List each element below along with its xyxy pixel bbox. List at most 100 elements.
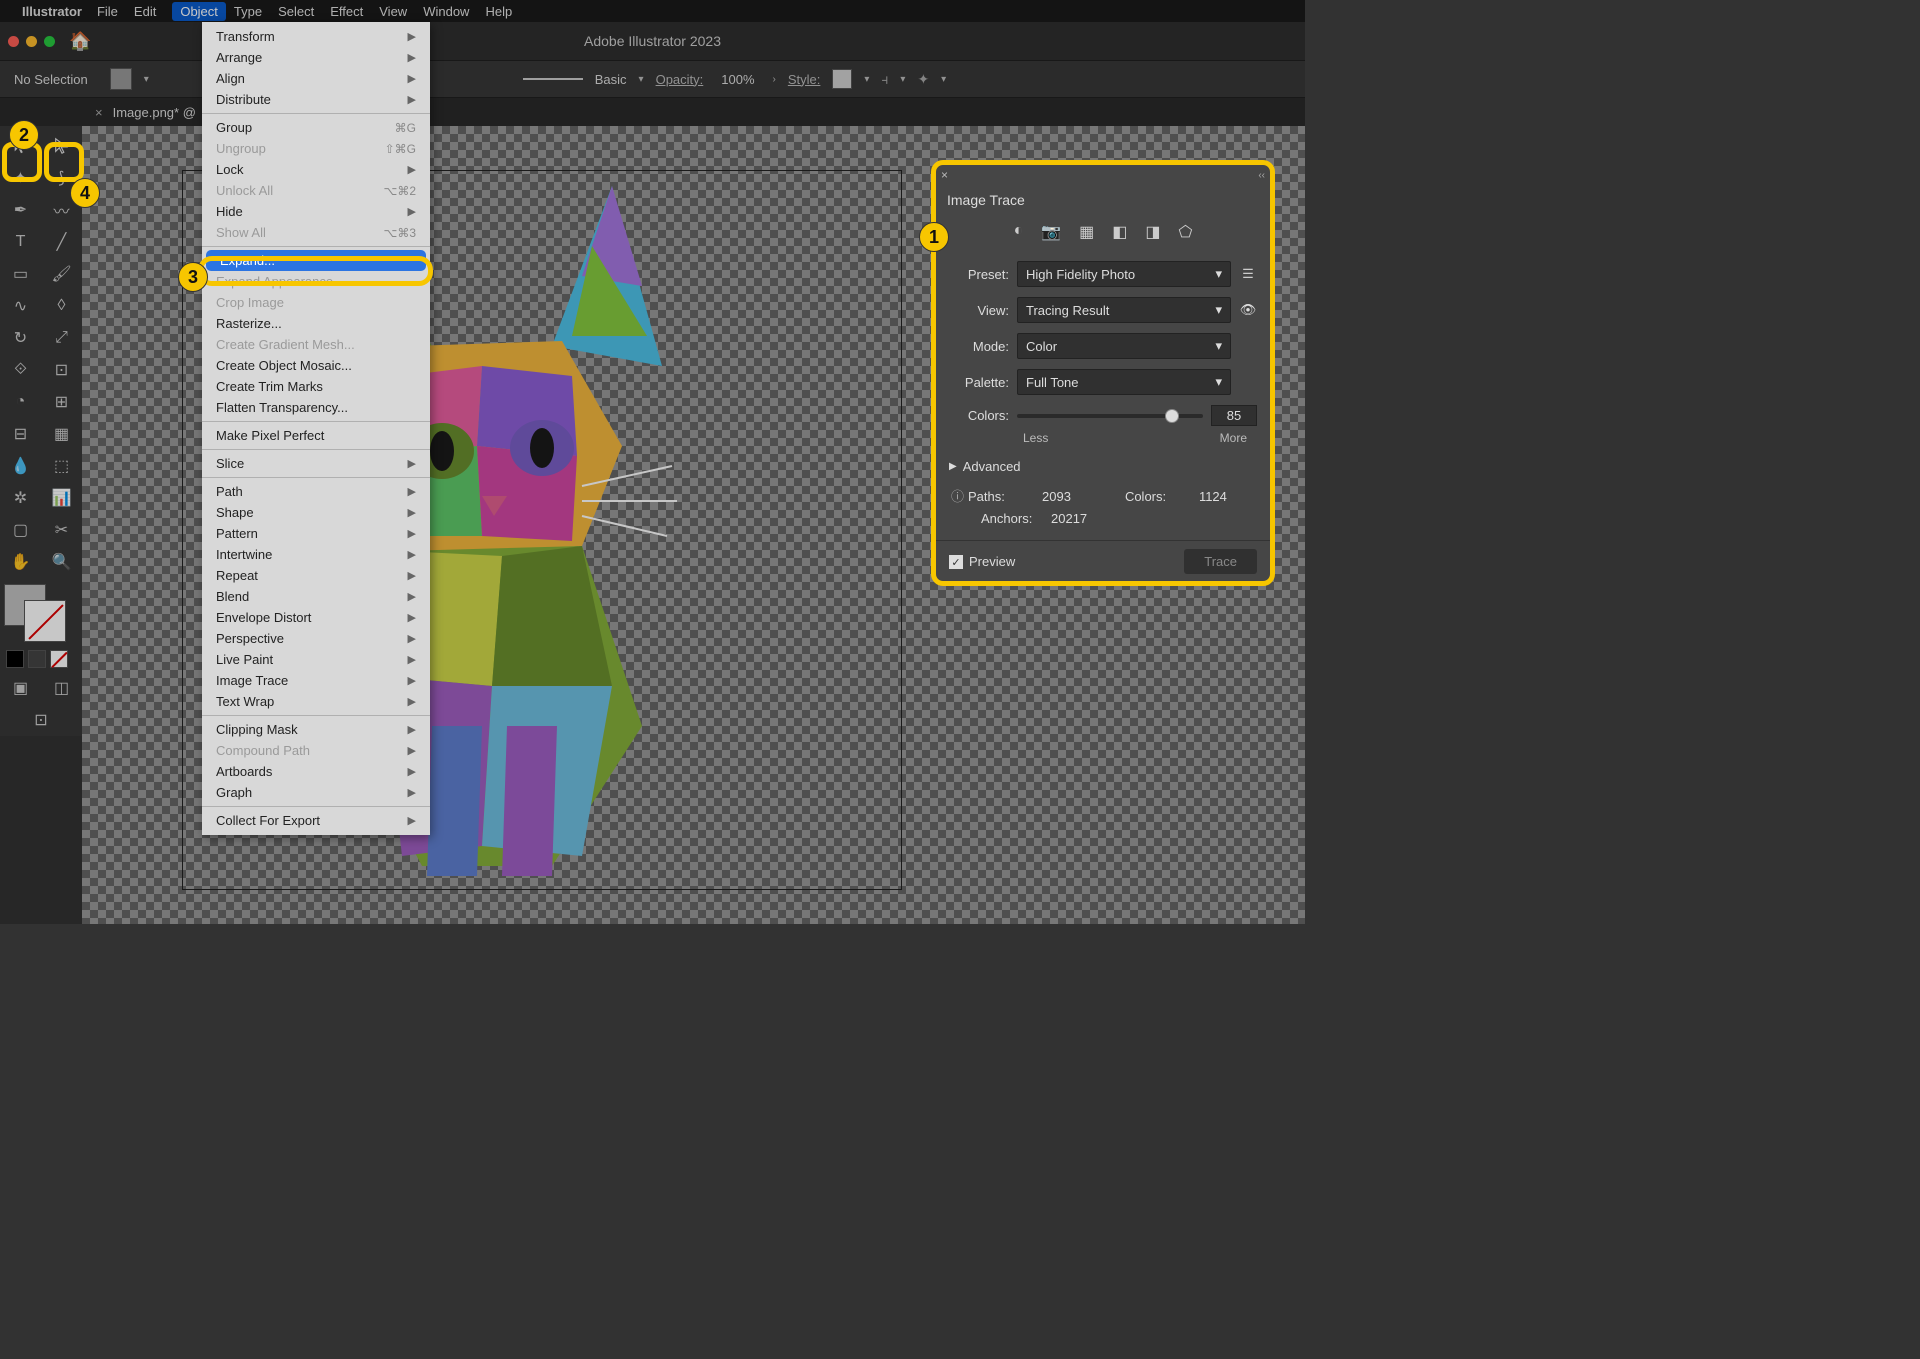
align-icon[interactable]: ⫞ [881,71,888,88]
preview-checkbox[interactable]: ✓Preview [949,554,1015,570]
graph-tool[interactable]: 📊 [41,482,82,514]
menu-item-pattern[interactable]: Pattern▶ [202,523,430,544]
mode-select[interactable]: Color▾ [1017,333,1231,359]
object-menu-dropdown[interactable]: Transform▶Arrange▶Align▶Distribute▶Group… [202,22,430,835]
home-icon[interactable]: 🏠 [69,31,91,52]
view-select[interactable]: Tracing Result▾ [1017,297,1231,323]
scale-tool[interactable]: ⤢ [41,322,82,354]
menu-window[interactable]: Window [423,4,469,19]
line-tool[interactable]: ╱ [41,226,82,258]
pen-tool[interactable]: ✒ [0,194,41,226]
menu-help[interactable]: Help [485,4,512,19]
edit-toolbar-icon[interactable]: ⊡ [0,704,82,736]
menu-item-create-object-mosaic-[interactable]: Create Object Mosaic... [202,355,430,376]
menu-type[interactable]: Type [234,4,262,19]
hand-tool[interactable]: ✋ [0,546,41,578]
menu-item-expand-[interactable]: Expand... [206,250,426,271]
menu-item-transform[interactable]: Transform▶ [202,26,430,47]
close-panel-icon[interactable]: × [941,168,948,182]
paintbrush-tool[interactable]: 🖌 [41,258,82,290]
perspective-tool[interactable]: ⊞ [41,386,82,418]
chevron-down-icon[interactable]: ▾ [639,74,644,85]
eraser-tool[interactable]: ◊ [41,290,82,322]
mesh-tool[interactable]: ⊟ [0,418,41,450]
fill-swatch[interactable] [110,68,132,90]
close-window-icon[interactable] [8,36,19,47]
menu-item-flatten-transparency-[interactable]: Flatten Transparency... [202,397,430,418]
brush-name[interactable]: Basic [595,72,627,87]
menu-item-path[interactable]: Path▶ [202,481,430,502]
outline-icon[interactable]: ⬠ [1179,222,1193,242]
tab-name[interactable]: Image.png* @ [113,105,196,120]
chevron-right-icon[interactable]: › [773,74,776,85]
zoom-tool[interactable]: 🔍 [41,546,82,578]
menu-edit[interactable]: Edit [134,4,156,19]
menu-item-perspective[interactable]: Perspective▶ [202,628,430,649]
free-transform-tool[interactable]: ⊡ [41,354,82,386]
app-name[interactable]: Illustrator [22,4,82,19]
symbol-sprayer-tool[interactable]: ✲ [0,482,41,514]
rectangle-tool[interactable]: ▭ [0,258,41,290]
low-color-icon[interactable]: ▦ [1079,222,1094,242]
palette-select[interactable]: Full Tone▾ [1017,369,1231,395]
gradient-tool[interactable]: ▦ [41,418,82,450]
grayscale-icon[interactable]: ◧ [1112,222,1127,242]
menu-item-align[interactable]: Align▶ [202,68,430,89]
color-mode-swatches[interactable] [6,650,76,668]
window-controls[interactable] [8,36,55,47]
menu-item-graph[interactable]: Graph▶ [202,782,430,803]
shaper-tool[interactable]: ∿ [0,290,41,322]
menu-object[interactable]: Object [172,2,226,21]
recolor-icon[interactable]: ✦ [917,71,929,88]
image-trace-panel[interactable]: ×‹‹ Image Trace ◐ 📷 ▦ ◧ ◨ ⬠ Preset: High… [935,164,1271,582]
chevron-down-icon[interactable]: ▾ [144,74,149,85]
rotate-tool[interactable]: ↻ [0,322,41,354]
shape-builder-tool[interactable]: ◔ [0,386,41,418]
menu-item-repeat[interactable]: Repeat▶ [202,565,430,586]
stroke-preview[interactable] [523,72,583,86]
style-swatch[interactable] [832,69,852,89]
chevron-down-icon[interactable]: ▾ [864,74,869,85]
eye-icon[interactable]: 👁 [1239,302,1257,318]
colors-value[interactable]: 85 [1211,405,1257,426]
opacity-value[interactable]: 100% [715,72,760,87]
magic-wand-tool[interactable]: ✦ [0,162,41,194]
minimize-window-icon[interactable] [26,36,37,47]
direct-selection-tool[interactable] [41,130,82,162]
style-label[interactable]: Style: [788,72,821,87]
width-tool[interactable]: ⟐ [0,354,41,386]
menu-item-create-trim-marks[interactable]: Create Trim Marks [202,376,430,397]
menu-item-rasterize-[interactable]: Rasterize... [202,313,430,334]
menu-item-live-paint[interactable]: Live Paint▶ [202,649,430,670]
close-tab-icon[interactable]: × [95,105,103,120]
menu-select[interactable]: Select [278,4,314,19]
menu-item-hide[interactable]: Hide▶ [202,201,430,222]
menu-item-make-pixel-perfect[interactable]: Make Pixel Perfect [202,425,430,446]
advanced-toggle[interactable]: ▶Advanced [935,453,1271,480]
menu-item-lock[interactable]: Lock▶ [202,159,430,180]
menu-file[interactable]: File [97,4,118,19]
menu-item-blend[interactable]: Blend▶ [202,586,430,607]
high-color-icon[interactable]: 📷 [1041,222,1061,242]
menu-item-slice[interactable]: Slice▶ [202,453,430,474]
opacity-label[interactable]: Opacity: [656,72,704,87]
screen-mode-icon[interactable]: ◫ [41,672,82,704]
preset-select[interactable]: High Fidelity Photo▾ [1017,261,1231,287]
menu-item-shape[interactable]: Shape▶ [202,502,430,523]
fill-stroke-control[interactable] [4,584,78,644]
collapse-panel-icon[interactable]: ‹‹ [1258,170,1265,181]
maximize-window-icon[interactable] [44,36,55,47]
menu-item-group[interactable]: Group⌘G [202,117,430,138]
colors-slider[interactable] [1017,414,1203,418]
screen-mode-icon[interactable]: ▣ [0,672,41,704]
trace-preset-icons[interactable]: ◐ 📷 ▦ ◧ ◨ ⬠ [935,214,1271,256]
blend-tool[interactable]: ⬚ [41,450,82,482]
bw-icon[interactable]: ◨ [1145,222,1160,242]
menu-item-clipping-mask[interactable]: Clipping Mask▶ [202,719,430,740]
menu-item-distribute[interactable]: Distribute▶ [202,89,430,110]
menu-effect[interactable]: Effect [330,4,363,19]
eyedropper-tool[interactable]: 💧 [0,450,41,482]
preset-menu-icon[interactable]: ☰ [1239,266,1257,282]
type-tool[interactable]: T [0,226,41,258]
menu-item-envelope-distort[interactable]: Envelope Distort▶ [202,607,430,628]
